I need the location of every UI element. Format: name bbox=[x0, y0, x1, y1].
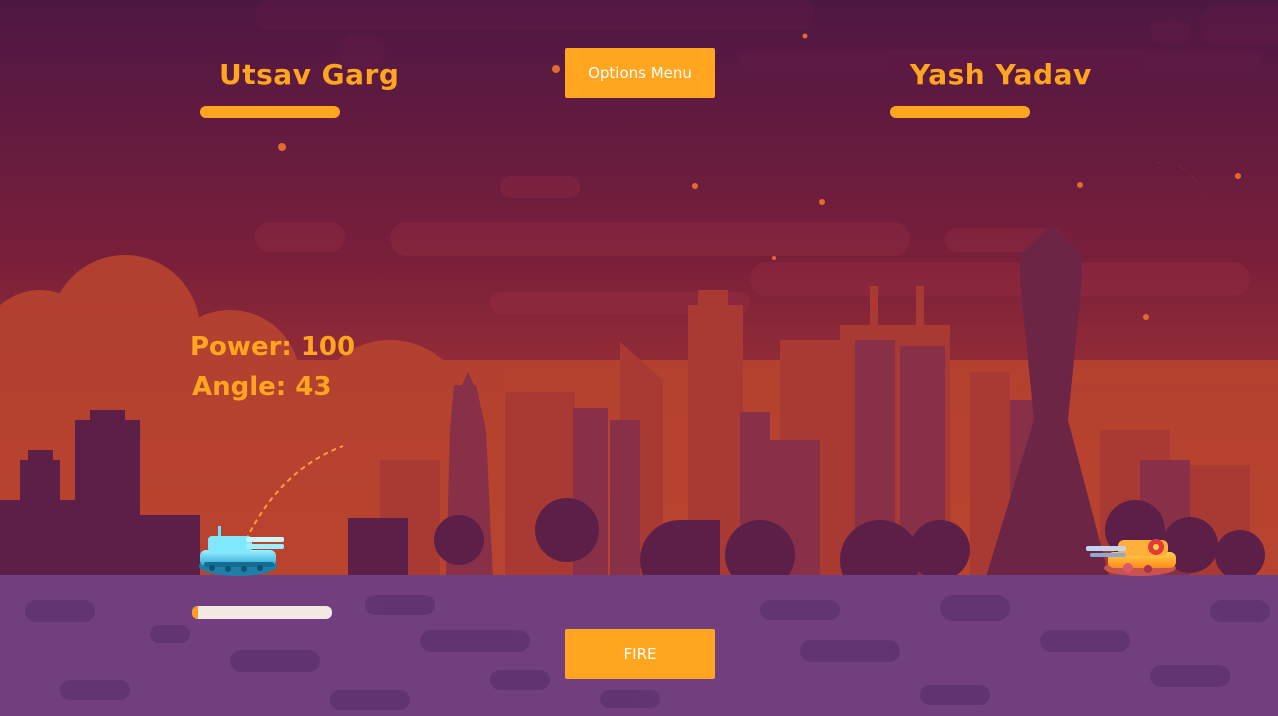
options-menu-button[interactable]: Options Menu bbox=[565, 48, 715, 98]
power-readout: Power: 100 bbox=[190, 332, 356, 362]
player-right-name: Yash Yadav bbox=[910, 58, 1092, 91]
player-right-health-bar bbox=[890, 106, 1030, 118]
power-meter[interactable] bbox=[192, 606, 332, 619]
player-left-health-bar bbox=[200, 106, 340, 118]
fire-button[interactable]: FIRE bbox=[565, 629, 715, 679]
power-meter-fill bbox=[192, 606, 198, 619]
angle-readout: Angle: 43 bbox=[192, 372, 332, 402]
player-left-name: Utsav Garg bbox=[219, 58, 400, 91]
